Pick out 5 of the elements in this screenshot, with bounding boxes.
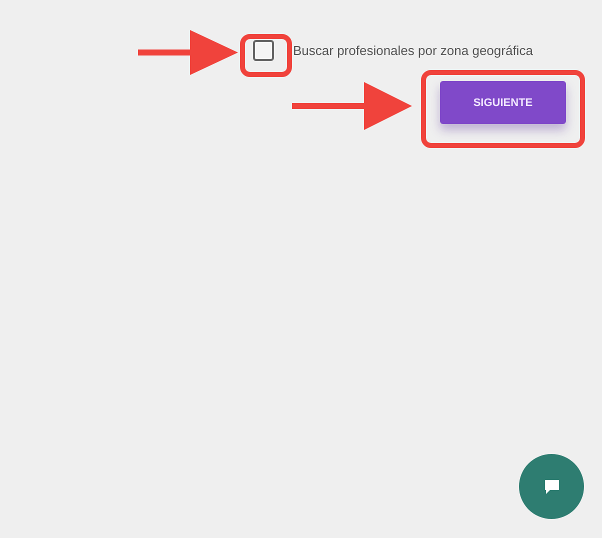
- next-button[interactable]: SIGUIENTE: [440, 81, 566, 124]
- chat-icon: [544, 478, 560, 494]
- checkbox[interactable]: [253, 40, 274, 61]
- checkbox-label: Buscar profesionales por zona geográfica: [293, 43, 533, 58]
- highlight-outline: [240, 34, 292, 77]
